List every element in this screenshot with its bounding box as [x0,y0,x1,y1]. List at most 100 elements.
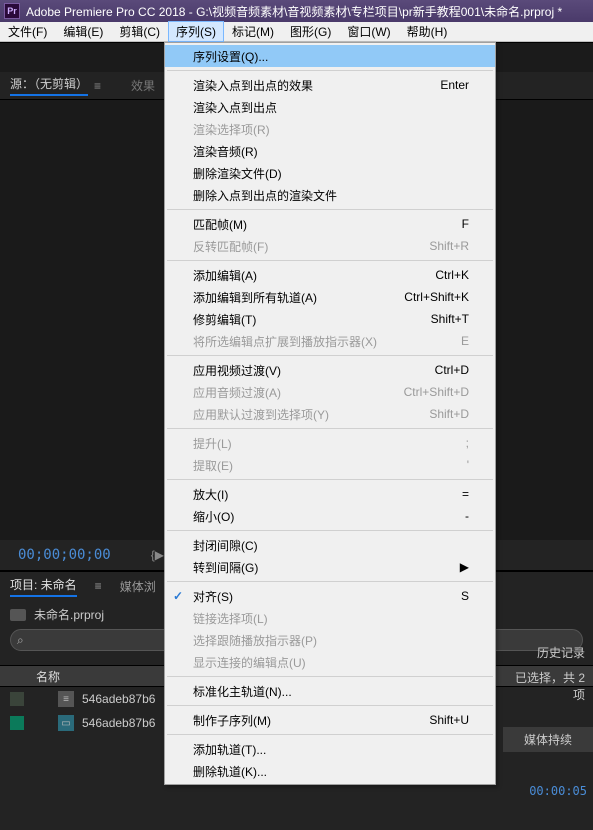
menu-item[interactable]: 渲染入点到出点 [165,96,495,118]
clip-type-icon: ▭ [58,715,74,731]
menu-separator [167,676,493,677]
menu-窗口(W)[interactable]: 窗口(W) [339,21,398,42]
menu-文件(F)[interactable]: 文件(F) [0,21,55,42]
menu-item: 将所选编辑点扩展到播放指示器(X)E [165,330,495,352]
menu-帮助(H)[interactable]: 帮助(H) [399,21,456,42]
menu-item-label: 转到间隔(G) [193,559,460,576]
menubar[interactable]: 文件(F)编辑(E)剪辑(C)序列(S)标记(M)图形(G)窗口(W)帮助(H) [0,22,593,42]
menu-item-shortcut: Shift+D [429,407,469,421]
menu-item-label: 显示连接的编辑点(U) [193,654,469,671]
menu-item-label: 修剪编辑(T) [193,311,431,328]
menu-图形(G)[interactable]: 图形(G) [282,21,339,42]
sequence-menu-dropdown[interactable]: 序列设置(Q)... 渲染入点到出点的效果Enter 渲染入点到出点渲染选择项(R)… [164,42,496,785]
small-timecode: 00:00:05 [503,784,593,798]
menu-item[interactable]: 制作子序列(M)Shift+U [165,709,495,731]
menu-item-label: 链接选择项(L) [193,610,469,627]
menu-item-label: 渲染入点到出点 [193,99,469,116]
menu-item[interactable]: 添加轨道(T)... [165,738,495,760]
clip-name: 546adeb87b6 [82,692,155,706]
menu-item-label: 应用视频过渡(V) [193,362,435,379]
panel-menu-icon[interactable]: ≡ [94,79,101,93]
menu-item-label: 对齐(S) [193,588,461,605]
menu-item-label: 应用默认过渡到选择项(Y) [193,406,429,423]
menu-item-label: 添加轨道(T)... [193,741,469,758]
right-fragments: 历史记录 已选择，共 2 项 媒体持续 00:00:05 [503,600,593,798]
menu-separator [167,479,493,480]
menu-item-label: 提升(L) [193,435,466,452]
timecode[interactable]: 00;00;00;00 [18,547,111,563]
menu-item-shortcut: Shift+U [429,713,469,727]
menu-separator [167,734,493,735]
menu-separator [167,209,493,210]
menu-item-label: 提取(E) [193,457,467,474]
menu-item[interactable]: 删除入点到出点的渲染文件 [165,184,495,206]
source-tab[interactable]: 源：（无剪辑） [10,75,88,96]
menu-item-shortcut: - [465,509,469,523]
menu-item[interactable]: 添加编辑(A)Ctrl+K [165,264,495,286]
clip-name: 546adeb87b6 [82,716,155,730]
menu-item-shortcut: E [461,334,469,348]
menu-item-shortcut: Enter [440,78,469,92]
menu-item: 提升(L); [165,432,495,454]
menu-剪辑(C)[interactable]: 剪辑(C) [111,21,168,42]
project-icon [10,609,26,621]
menu-item[interactable]: ✓对齐(S)S [165,585,495,607]
tab-history[interactable]: 历史记录 [503,644,593,661]
menu-item-label: 缩小(O) [193,508,465,525]
label-color-swatch[interactable] [10,716,24,730]
app-icon: Pr [4,3,20,19]
menu-item[interactable]: 放大(I)= [165,483,495,505]
menu-item-label: 放大(I) [193,486,462,503]
menu-separator [167,428,493,429]
submenu-arrow-icon: ▶ [460,560,469,574]
tab-media-browser[interactable]: 媒体浏 [120,578,156,595]
menu-item[interactable]: 标准化主轨道(N)... [165,680,495,702]
menu-item-label: 序列设置(Q)... [193,48,469,65]
menu-item-shortcut: Ctrl+Shift+D [404,385,469,399]
menu-item-shortcut: = [462,487,469,501]
timecode-icons[interactable]: {▶ [151,548,164,562]
menu-item[interactable]: 匹配帧(M)F [165,213,495,235]
menu-item: 提取(E)' [165,454,495,476]
menu-item-label: 渲染入点到出点的效果 [193,77,440,94]
menu-item-shortcut: ; [466,436,469,450]
menu-separator [167,705,493,706]
panel-menu-icon[interactable]: ≡ [95,579,102,593]
menu-item-shortcut: Ctrl+K [435,268,469,282]
menu-item: 渲染选择项(R) [165,118,495,140]
menu-item-label: 标准化主轨道(N)... [193,683,469,700]
menu-item-shortcut: Ctrl+Shift+K [404,290,469,304]
menu-item: 选择跟随播放指示器(P) [165,629,495,651]
titlebar: Pr Adobe Premiere Pro CC 2018 - G:\视频音频素… [0,0,593,22]
col-duration[interactable]: 媒体持续 [503,727,593,752]
menu-item-label: 渲染音频(R) [193,143,469,160]
menu-item[interactable]: 删除轨道(K)... [165,760,495,782]
menu-序列(S)[interactable]: 序列(S) [168,21,224,42]
menu-item[interactable]: 渲染音频(R) [165,140,495,162]
menu-item-label: 匹配帧(M) [193,216,462,233]
menu-item-label: 制作子序列(M) [193,712,429,729]
menu-item-label: 删除入点到出点的渲染文件 [193,187,469,204]
menu-item-label: 添加编辑到所有轨道(A) [193,289,404,306]
label-color-swatch[interactable] [10,692,24,706]
menu-item: 链接选择项(L) [165,607,495,629]
tab-project[interactable]: 项目: 未命名 [10,576,77,597]
menu-item[interactable]: 应用视频过渡(V)Ctrl+D [165,359,495,381]
col-name[interactable]: 名称 [36,668,60,685]
menu-item: 显示连接的编辑点(U) [165,651,495,673]
menu-编辑(E)[interactable]: 编辑(E) [55,21,111,42]
menu-item[interactable]: 缩小(O)- [165,505,495,527]
menu-item-label: 封闭间隙(C) [193,537,469,554]
menu-标记(M)[interactable]: 标记(M) [224,21,282,42]
effects-tab[interactable]: 效果 [131,77,155,94]
menu-item[interactable]: 转到间隔(G)▶ [165,556,495,578]
menu-item-label: 选择跟随播放指示器(P) [193,632,469,649]
menu-item[interactable]: 修剪编辑(T)Shift+T [165,308,495,330]
menu-item[interactable]: 封闭间隙(C) [165,534,495,556]
menu-item[interactable]: 序列设置(Q)... [165,45,495,67]
menu-item[interactable]: 添加编辑到所有轨道(A)Ctrl+Shift+K [165,286,495,308]
menu-item-shortcut: Shift+R [429,239,469,253]
menu-item-shortcut: Shift+T [431,312,469,326]
menu-item[interactable]: 渲染入点到出点的效果Enter [165,74,495,96]
menu-item[interactable]: 删除渲染文件(D) [165,162,495,184]
